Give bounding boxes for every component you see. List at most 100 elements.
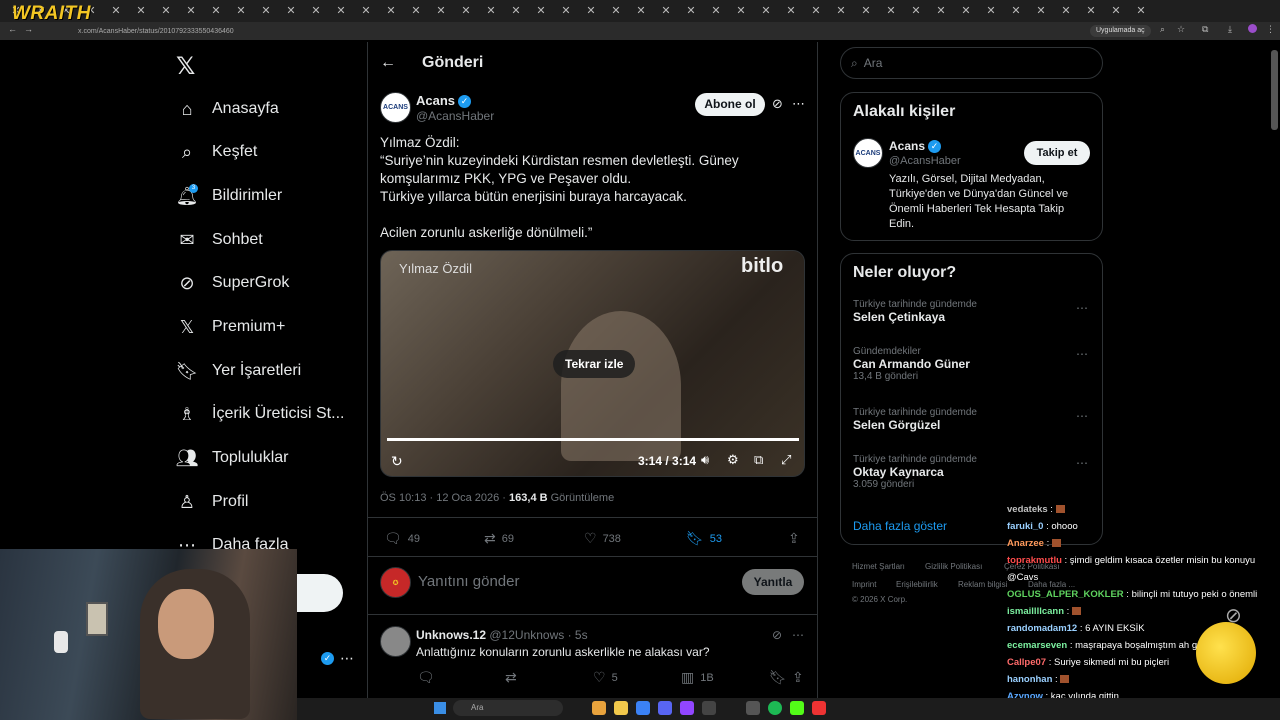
more-options-icon[interactable]: ⋯ [792,96,805,112]
tab-x-icon[interactable]: ✕ [957,3,975,19]
tab-x-icon[interactable]: ✕ [1082,3,1100,19]
search-box[interactable]: ⌕ Ara [840,47,1103,79]
tab-x-icon[interactable]: ✕ [907,3,925,19]
nav-bookmarks[interactable]: 🔖︎ Yer İşaretleri [176,351,302,391]
follow-button[interactable]: Takip et [1024,141,1090,165]
replay-icon[interactable]: ↻ [391,453,403,470]
zoom-icon[interactable]: ⌕ [1160,24,1165,35]
reply-like-action[interactable]: ♡ 5 [593,669,618,686]
reply-action[interactable]: 🗨︎ 49 [384,530,420,547]
relevant-handle[interactable]: @AcansHaber [889,155,961,167]
chrome-taskbar-icon[interactable] [592,701,606,715]
tab-x-icon[interactable]: ✕ [632,3,650,19]
relevant-name-row[interactable]: Acans ✓ [889,139,942,154]
video-player[interactable]: Yılmaz Özdil bitlo Tekrar izle ↻ 3:14 / … [380,250,805,477]
tab-x-icon[interactable]: ✕ [807,3,825,19]
account-more-icon[interactable]: ⋯ [340,650,354,667]
footer-link[interactable]: Gizlilik Politikası [925,562,982,571]
trend-item[interactable]: Türkiye tarihinde gündemde Selen Çetinka… [853,299,977,324]
app-taskbar-icon[interactable] [812,701,826,715]
like-action[interactable]: ♡ 738 [584,530,621,547]
tab-x-icon[interactable]: ✕ [932,3,950,19]
tab-x-icon[interactable]: ✕ [107,3,125,19]
reply-repost-action[interactable]: ⇄ [505,669,523,686]
nav-explore[interactable]: ⌕ Keşfet [176,132,257,172]
pip-icon[interactable]: ⧉ [754,452,763,468]
tab-x-icon[interactable]: ✕ [332,3,350,19]
grok-icon[interactable]: ⊘ [772,628,782,642]
author-name[interactable]: Acans [416,93,455,108]
reply-views-action[interactable]: ▥ 1B [681,669,714,686]
search-input[interactable]: Ara [864,56,883,70]
tab-x-icon[interactable]: ✕ [657,3,675,19]
star-icon[interactable]: ☆ [1177,24,1185,35]
tab-x-icon[interactable]: ✕ [182,3,200,19]
nav-profile[interactable]: ♙ Profil [176,482,249,522]
tab-x-icon[interactable]: ✕ [307,3,325,19]
author-name-row[interactable]: Acans ✓ [416,93,472,109]
bookmark-action[interactable]: 🔖︎ 53 [686,530,722,547]
extensions-icon[interactable]: ⧉ [1202,24,1208,35]
obs-taskbar-icon[interactable] [702,701,716,715]
tab-x-icon[interactable]: ✕ [207,3,225,19]
video-progress-track[interactable] [387,438,799,441]
footer-link[interactable]: Hizmet Şartları [852,562,905,571]
nav-communities[interactable]: 👥︎ Topluluklar [176,438,289,478]
menu-icon[interactable]: ⋮ [1266,24,1275,35]
nav-home[interactable]: ⌂ Anasayfa [176,89,279,129]
trend-more-icon[interactable]: ⋯ [1076,347,1088,361]
tab-x-icon[interactable]: ✕ [482,3,500,19]
reply-submit-button[interactable]: Yanıtla [742,569,804,595]
tab-x-icon[interactable]: ✕ [1107,3,1125,19]
tab-x-icon[interactable]: ✕ [857,3,875,19]
tab-x-icon[interactable]: ✕ [357,3,375,19]
footer-link[interactable]: Erişilebilirlik [896,580,938,589]
x-logo-icon[interactable]: 𝕏 [176,52,195,81]
tab-x-icon[interactable]: ✕ [507,3,525,19]
tweet-time[interactable]: ÖS 10:13 · 12 Oca 2026 · [380,492,509,504]
reply-share-action[interactable]: ⇪ [792,669,810,686]
subscribe-button[interactable]: Abone ol [695,93,765,116]
trend-item[interactable]: Türkiye tarihinde gündemde Oktay Kaynarc… [853,454,977,490]
forward-icon[interactable]: → [24,24,33,34]
profile-avatar[interactable] [1248,24,1257,33]
tab-x-icon[interactable]: ✕ [707,3,725,19]
tab-x-icon[interactable]: ✕ [407,3,425,19]
nav-premium[interactable]: 𝕏 Premium+ [176,307,286,347]
grok-icon[interactable]: ⊘ [772,96,783,112]
nav-notifications[interactable]: 🔔︎ Bildirimler [176,176,283,216]
tab-x-icon[interactable]: ✕ [557,3,575,19]
folder-taskbar-icon[interactable] [614,701,628,715]
tab-x-icon[interactable]: ✕ [432,3,450,19]
reply-reply-action[interactable]: 🗨︎ [417,669,441,686]
more-options-icon[interactable]: ⋯ [792,628,804,642]
tab-x-icon[interactable]: ✕ [257,3,275,19]
reply-author-row[interactable]: Unknows.12 @12Unknows · 5s [416,628,588,642]
replay-button[interactable]: Tekrar izle [553,350,636,378]
nav-creator-studio[interactable]: ♗ İçerik Üreticisi St... [176,394,345,434]
tab-x-icon[interactable]: ✕ [1007,3,1025,19]
kick-taskbar-icon[interactable] [790,701,804,715]
tab-x-icon[interactable]: ✕ [982,3,1000,19]
app-taskbar-icon[interactable] [636,701,650,715]
spotify-taskbar-icon[interactable] [768,701,782,715]
tab-x-icon[interactable]: ✕ [582,3,600,19]
tab-x-icon[interactable]: ✕ [1057,3,1075,19]
repost-action[interactable]: ⇄ 69 [484,530,514,547]
tab-x-icon[interactable]: ✕ [232,3,250,19]
reply-author-avatar[interactable] [380,626,411,657]
nav-supergrok[interactable]: ⊘ SuperGrok [176,263,289,303]
tab-x-icon[interactable]: ✕ [682,3,700,19]
author-avatar[interactable]: ACANS [380,92,411,123]
trend-more-icon[interactable]: ⋯ [1076,301,1088,315]
open-in-app-button[interactable]: Uygulamada aç [1090,25,1151,37]
settings-icon[interactable]: ⚙ [727,452,739,468]
fullscreen-icon[interactable]: ⤢ [781,452,791,468]
taskbar-search[interactable]: Ara [453,700,563,716]
back-arrow-icon[interactable]: ← [380,54,396,72]
back-icon[interactable]: ← [8,24,17,34]
tab-x-icon[interactable]: ✕ [1032,3,1050,19]
reply-bookmark-action[interactable]: 🔖︎ [769,669,793,686]
discord-taskbar-icon[interactable] [658,701,672,715]
tab-x-icon[interactable]: ✕ [457,3,475,19]
